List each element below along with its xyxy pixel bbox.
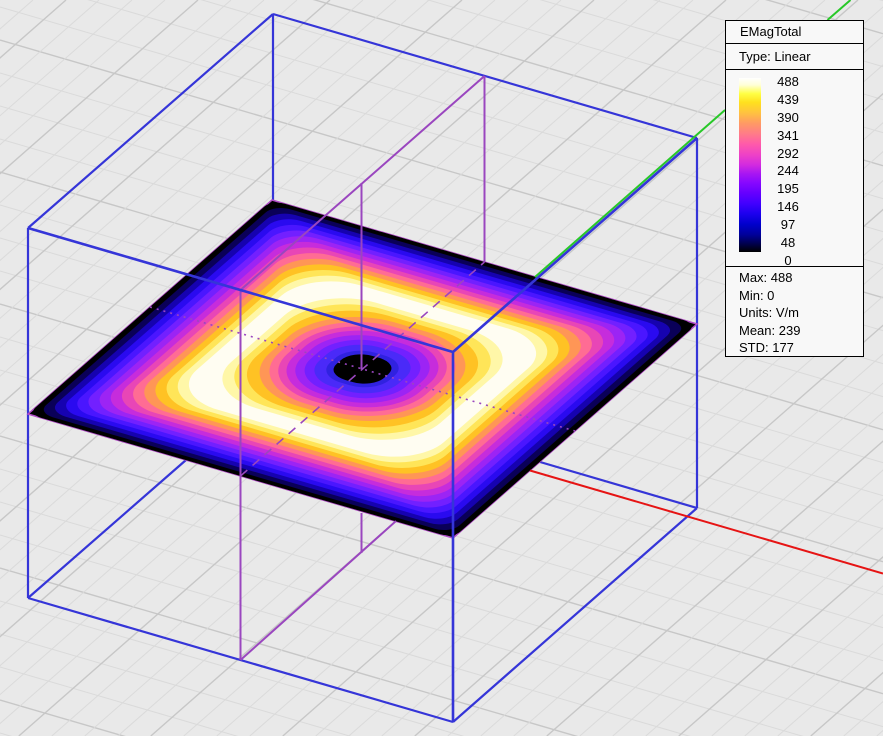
colorbar-scale-labels: 48843939034129224419514697480 [766,73,810,270]
colorbar-section: 48843939034129224419514697480 [726,70,863,267]
scale-label: 341 [766,127,810,145]
viewport-3d[interactable]: EMagTotal Type: Linear 48843939034129224… [0,0,883,736]
stat-min: Min: 0 [739,287,863,305]
scale-label: 439 [766,91,810,109]
scale-label: 97 [766,216,810,234]
legend-scale-type: Type: Linear [726,44,863,70]
legend-panel: EMagTotal Type: Linear 48843939034129224… [725,20,864,357]
stat-mean: Mean: 239 [739,322,863,340]
legend-title: EMagTotal [726,21,863,44]
stat-max: Max: 488 [739,269,863,287]
scale-label: 146 [766,198,810,216]
scale-label: 195 [766,180,810,198]
scale-label: 488 [766,73,810,91]
scale-label: 48 [766,234,810,252]
legend-stats: Max: 488 Min: 0 Units: V/m Mean: 239 STD… [726,267,863,357]
stat-units: Units: V/m [739,304,863,322]
scale-label: 244 [766,162,810,180]
scale-label: 0 [766,252,810,270]
colorbar-gradient [739,78,761,252]
stat-std: STD: 177 [739,339,863,357]
scale-label: 390 [766,109,810,127]
scale-label: 292 [766,145,810,163]
